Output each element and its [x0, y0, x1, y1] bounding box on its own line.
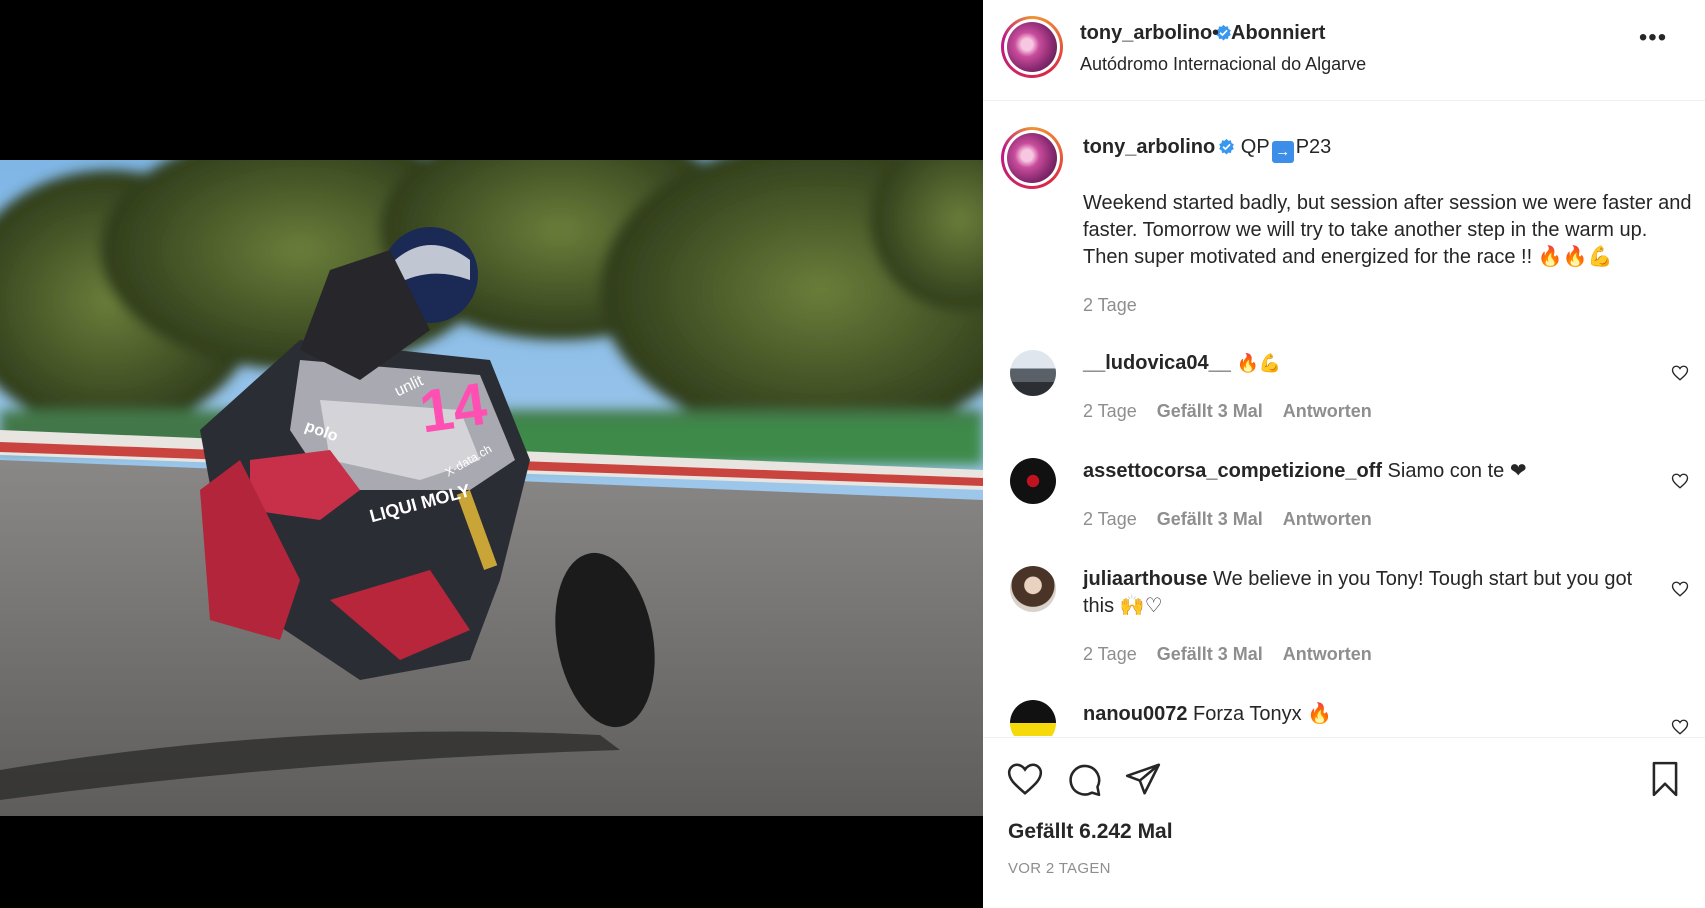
caption-headline-b: P23: [1295, 136, 1332, 158]
caption-headline-a: QP: [1240, 136, 1270, 158]
verified-badge-icon: [1219, 138, 1235, 155]
comment-time[interactable]: 2 Tage: [1083, 644, 1137, 664]
comment-like-heart-icon[interactable]: [1671, 580, 1689, 598]
comment-username[interactable]: __ludovica04__: [1083, 352, 1231, 374]
comment-time[interactable]: 2 Tage: [1083, 401, 1137, 421]
arrow-right-icon: →: [1271, 141, 1294, 163]
caption-text: Weekend started badly, but session after…: [1083, 192, 1692, 268]
comment-like-heart-icon[interactable]: [1671, 364, 1689, 382]
rider-number: 14: [415, 370, 491, 446]
comment-like-heart-icon[interactable]: [1671, 472, 1689, 490]
caption-author-avatar[interactable]: [1001, 127, 1063, 189]
comment-like-heart-icon[interactable]: [1671, 718, 1689, 736]
comment-item: assettocorsa_competizione_off Siamo con …: [1083, 458, 1653, 485]
post-location-link[interactable]: Autódromo Internacional do Algarve: [1080, 54, 1366, 75]
post-actions: Gefällt 6.242 Mal VOR 2 TAGEN: [983, 737, 1705, 908]
more-options-button[interactable]: •••: [1636, 26, 1670, 50]
post-header: tony_arbolino • Abonniert Autódromo Inte…: [983, 0, 1705, 101]
comment-avatar[interactable]: [1010, 350, 1056, 396]
comment-username[interactable]: assettocorsa_competizione_off: [1083, 460, 1382, 482]
share-send-icon[interactable]: [1124, 760, 1162, 798]
comment-reply-button[interactable]: Antworten: [1283, 509, 1372, 529]
like-heart-icon[interactable]: [1006, 760, 1044, 798]
comment-item: __ludovica04__ 🔥💪: [1083, 350, 1653, 377]
comment-row: nanou0072 Forza Tonyx 🔥: [1083, 701, 1653, 728]
media-pane: 14 LIQUI MOLY polo unlit X-data.ch: [0, 0, 983, 908]
post-side-pane: tony_arbolino • Abonniert Autódromo Inte…: [983, 0, 1705, 908]
author-username-text[interactable]: tony_arbolino: [1080, 22, 1212, 44]
comment-likes[interactable]: Gefällt 3 Mal: [1157, 401, 1263, 421]
post-photo[interactable]: 14 LIQUI MOLY polo unlit X-data.ch: [0, 160, 983, 816]
follow-status-button[interactable]: Abonniert: [1231, 22, 1325, 45]
likes-count[interactable]: Gefällt 6.242 Mal: [1008, 820, 1173, 844]
comment-meta: 2 Tage Gefällt 3 Mal Antworten: [1083, 644, 1372, 665]
author-username[interactable]: tony_arbolino: [1080, 22, 1232, 45]
comment-likes[interactable]: Gefällt 3 Mal: [1157, 509, 1263, 529]
comment-bubble-icon[interactable]: [1065, 760, 1103, 798]
instagram-post-view: 14 LIQUI MOLY polo unlit X-data.ch tony_…: [0, 0, 1705, 908]
caption-time[interactable]: 2 Tage: [1083, 295, 1137, 316]
author-avatar[interactable]: [1001, 16, 1063, 78]
comment-username[interactable]: juliaarthouse: [1083, 568, 1207, 590]
comment-avatar[interactable]: [1010, 700, 1056, 736]
comment-item: juliaarthouse We believe in you Tony! To…: [1083, 566, 1653, 620]
comment-reply-button[interactable]: Antworten: [1283, 401, 1372, 421]
post-timestamp[interactable]: VOR 2 TAGEN: [1008, 860, 1111, 877]
caption-headline: tony_arbolino QP → P23: [1083, 136, 1331, 163]
save-bookmark-icon[interactable]: [1646, 760, 1684, 798]
comment-text: Siamo con te ❤: [1387, 460, 1527, 482]
comment-meta: 2 Tage Gefällt 3 Mal Antworten: [1083, 509, 1372, 530]
comment-likes[interactable]: Gefällt 3 Mal: [1157, 644, 1263, 664]
comment-text: Forza Tonyx 🔥: [1193, 703, 1333, 725]
comment-text: 🔥💪: [1236, 353, 1282, 374]
caption-author-username[interactable]: tony_arbolino: [1083, 136, 1215, 158]
comment-avatar[interactable]: [1010, 566, 1056, 612]
comment-meta: 2 Tage Gefällt 3 Mal Antworten: [1083, 401, 1372, 422]
comment-avatar[interactable]: [1010, 458, 1056, 504]
comment-username[interactable]: nanou0072: [1083, 703, 1187, 725]
header-separator: •: [1212, 22, 1220, 44]
motorcycle-photo: 14 LIQUI MOLY polo unlit X-data.ch: [0, 160, 983, 816]
comment-reply-button[interactable]: Antworten: [1283, 644, 1372, 664]
comment-item-partial: nanou0072 Forza Tonyx 🔥: [983, 700, 1705, 736]
comment-time[interactable]: 2 Tage: [1083, 509, 1137, 529]
